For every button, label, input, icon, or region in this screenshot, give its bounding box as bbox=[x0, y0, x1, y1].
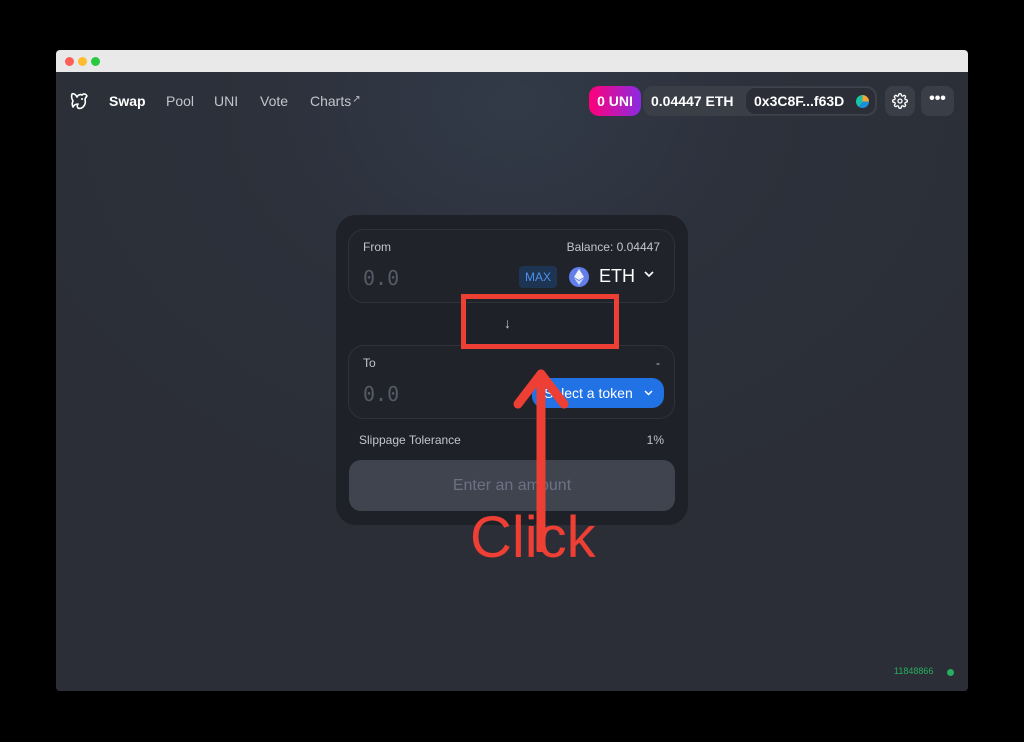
nav-charts-label: Charts bbox=[310, 93, 352, 109]
account-address-button[interactable]: 0x3C8F...f63D bbox=[745, 87, 876, 115]
to-balance: - bbox=[656, 356, 660, 370]
from-token-symbol: ETH bbox=[599, 266, 635, 286]
to-amount-input[interactable]: 0.0 bbox=[363, 382, 399, 406]
title-bar bbox=[56, 50, 968, 72]
max-button[interactable]: MAX bbox=[519, 266, 557, 288]
ethereum-icon bbox=[569, 267, 589, 287]
from-balance: Balance: 0.04447 bbox=[566, 240, 660, 254]
nav-vote[interactable]: Vote bbox=[260, 92, 288, 110]
eth-balance: 0.04447 ETH bbox=[651, 93, 734, 109]
nav-pool[interactable]: Pool bbox=[166, 92, 194, 110]
external-link-icon: ↗ bbox=[352, 94, 361, 105]
annotation-click-label: Click bbox=[470, 505, 596, 570]
more-menu-button[interactable]: ••• bbox=[921, 86, 954, 116]
account-address: 0x3C8F...f63D bbox=[754, 93, 845, 109]
annotation-highlight-box bbox=[461, 294, 619, 349]
gear-icon bbox=[892, 93, 908, 109]
wallet-group: 0.04447 ETH 0x3C8F...f63D bbox=[643, 86, 877, 116]
from-label: From bbox=[363, 240, 391, 254]
minimize-window-button[interactable] bbox=[78, 57, 87, 66]
from-amount-input[interactable]: 0.0 bbox=[363, 266, 399, 290]
nav-uni[interactable]: UNI bbox=[214, 92, 238, 110]
nav-charts[interactable]: Charts↗ bbox=[310, 92, 361, 113]
slippage-tolerance-value[interactable]: 1% bbox=[647, 433, 664, 447]
chevron-down-icon bbox=[643, 378, 654, 419]
network-status-dot bbox=[947, 669, 954, 676]
close-window-button[interactable] bbox=[65, 57, 74, 66]
from-panel: From Balance: 0.04447 0.0 MAX ETH bbox=[348, 229, 675, 303]
chevron-down-icon bbox=[643, 267, 655, 283]
slippage-tolerance-label: Slippage Tolerance bbox=[359, 433, 461, 447]
uni-balance-badge[interactable]: 0 UNI bbox=[589, 86, 641, 116]
maximize-window-button[interactable] bbox=[91, 57, 100, 66]
nav-swap[interactable]: Swap bbox=[109, 92, 146, 110]
uniswap-unicorn-logo-icon[interactable] bbox=[68, 90, 90, 112]
to-label: To bbox=[363, 356, 376, 370]
block-number[interactable]: 11848866 bbox=[894, 666, 933, 676]
identicon-avatar-icon bbox=[856, 95, 869, 108]
settings-button[interactable] bbox=[885, 86, 915, 116]
